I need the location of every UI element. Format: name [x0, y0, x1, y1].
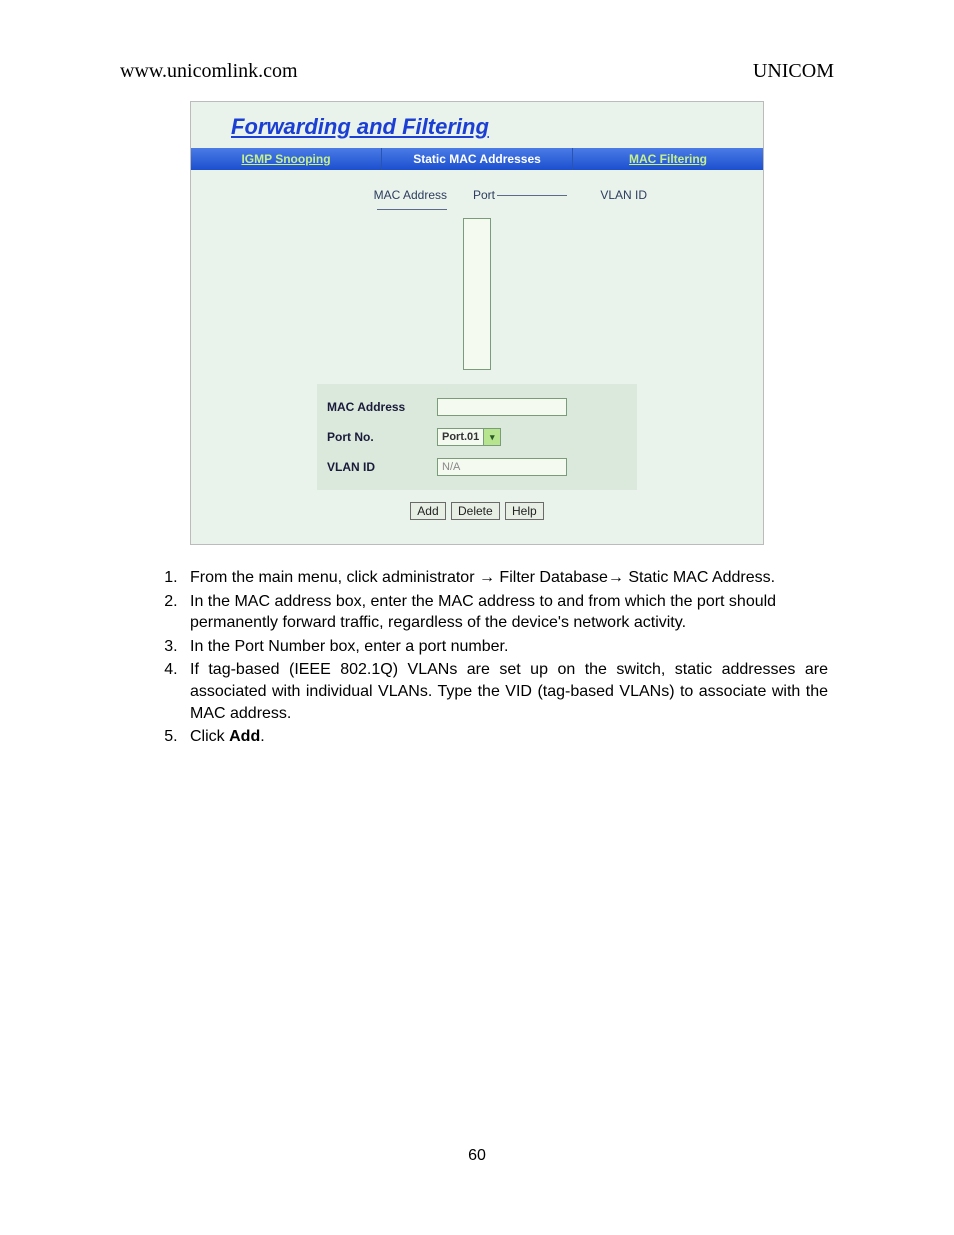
chevron-down-icon: ▾ — [483, 429, 500, 445]
help-button[interactable]: Help — [505, 502, 544, 520]
port-no-label: Port No. — [327, 430, 437, 444]
instruction-5: Click Add. — [182, 726, 828, 748]
arrow-icon: → — [479, 569, 495, 586]
embedded-screenshot: Forwarding and Filtering IGMP Snooping S… — [190, 101, 764, 545]
mac-address-input[interactable] — [437, 398, 567, 416]
port-no-value: Port.01 — [438, 431, 483, 443]
panel-title[interactable]: Forwarding and Filtering — [231, 114, 489, 139]
arrow-icon: → — [608, 569, 624, 586]
column-headers: MAC Address Port VLAN ID — [211, 180, 743, 218]
instruction-3: In the Port Number box, enter a port num… — [182, 636, 828, 658]
mac-listbox[interactable] — [463, 218, 491, 370]
header-brand: UNICOM — [753, 60, 834, 83]
delete-button[interactable]: Delete — [451, 502, 500, 520]
col-mac-address: MAC Address — [374, 188, 447, 202]
instruction-1: From the main menu, click administrator … — [182, 567, 828, 589]
instruction-list: From the main menu, click administrator … — [120, 563, 834, 748]
entry-form: MAC Address Port No. Port.01 ▾ VLAN ID — [317, 384, 637, 490]
tab-static-mac[interactable]: Static MAC Addresses — [382, 148, 573, 170]
tab-mac-filtering[interactable]: MAC Filtering — [573, 148, 763, 170]
instruction-2: In the MAC address box, enter the MAC ad… — [182, 591, 828, 634]
tab-igmp-snooping[interactable]: IGMP Snooping — [191, 148, 382, 170]
header-url: www.unicomlink.com — [120, 60, 298, 83]
instruction-4: If tag-based (IEEE 802.1Q) VLANs are set… — [182, 659, 828, 724]
port-no-select[interactable]: Port.01 ▾ — [437, 428, 501, 446]
vlan-id-label: VLAN ID — [327, 460, 437, 474]
tab-bar: IGMP Snooping Static MAC Addresses MAC F… — [191, 148, 763, 170]
col-vlan-id: VLAN ID — [600, 188, 647, 202]
col-port: Port — [473, 188, 495, 202]
page-number: 60 — [0, 1147, 954, 1165]
mac-address-label: MAC Address — [327, 400, 437, 414]
add-button[interactable]: Add — [410, 502, 445, 520]
vlan-id-input[interactable] — [437, 458, 567, 476]
